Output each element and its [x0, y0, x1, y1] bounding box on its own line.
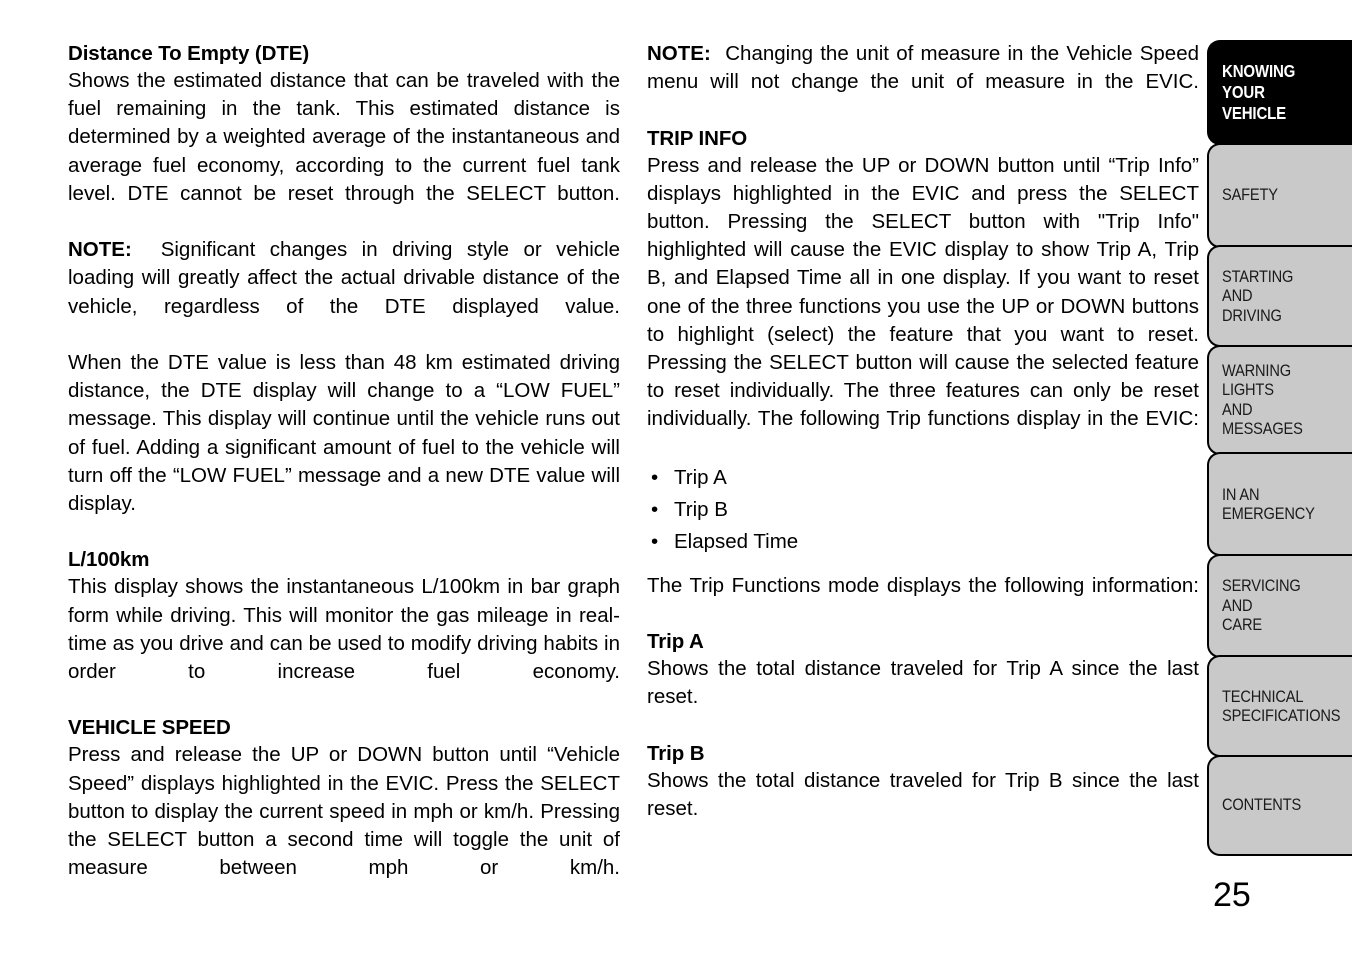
- trip-functions-list: • Trip A • Trip B • Elapsed Time: [647, 462, 1199, 558]
- section-heading-dte: Distance To Empty (DTE): [68, 42, 310, 65]
- list-item-label: Trip A: [674, 465, 727, 489]
- sidebar-tab-label: STARTING AND DRIVING: [1222, 266, 1294, 325]
- section-heading-vehicle-speed: VEHICLE SPEED: [68, 716, 231, 740]
- paragraph-trip-a-description: Shows the total distance traveled for Tr…: [647, 657, 1199, 709]
- left-text-column: Distance To Empty (DTE) Shows the estima…: [68, 40, 620, 911]
- manual-page: Distance To Empty (DTE) Shows the estima…: [0, 0, 1352, 954]
- bullet-icon: •: [651, 529, 659, 553]
- section-heading-trip-info: TRIP INFO: [647, 126, 748, 150]
- sidebar-tab-in-an-emergency[interactable]: IN AN EMERGENCY: [1207, 452, 1352, 556]
- paragraph-trip-b-description: Shows the total distance traveled for Tr…: [647, 768, 1199, 821]
- note-text: Significant changes in driving style or …: [68, 238, 620, 318]
- list-item-label: Trip B: [674, 497, 728, 521]
- sidebar-tab-contents[interactable]: CONTENTS: [1207, 754, 1352, 856]
- note-label: NOTE:: [68, 238, 132, 262]
- sidebar-tab-label: SERVICING AND CARE: [1222, 576, 1301, 635]
- sidebar-tab-servicing-and-care[interactable]: SERVICING AND CARE: [1207, 553, 1352, 658]
- paragraph-vehicle-speed-description: Press and release the UP or DOWN button …: [68, 743, 620, 880]
- list-item: • Trip A: [647, 462, 1199, 494]
- section-heading-l100km: L/100km: [68, 548, 150, 572]
- section-heading-trip-a: Trip A: [647, 630, 704, 654]
- bullet-icon: •: [651, 497, 659, 521]
- paragraph-l100km-description: This display shows the instantaneous L/1…: [68, 575, 620, 684]
- sidebar-tab-starting-and-driving[interactable]: STARTING AND DRIVING: [1207, 245, 1352, 347]
- page-number: 25: [1213, 876, 1251, 914]
- sidebar-tab-label: SAFETY: [1222, 185, 1278, 205]
- paragraph-trip-info-description: Press and release the UP or DOWN button …: [647, 153, 1199, 431]
- note-label: NOTE:: [647, 42, 711, 65]
- section-heading-trip-b: Trip B: [647, 741, 705, 765]
- list-item-label: Elapsed Time: [674, 529, 799, 553]
- sidebar-tab-warning-lights-and-messages[interactable]: WARNING LIGHTS AND MESSAGES: [1207, 344, 1352, 455]
- right-text-column: NOTE: Changing the unit of measure in th…: [647, 40, 1199, 851]
- paragraph-dte-description: Shows the estimated distance that can be…: [68, 69, 620, 205]
- sidebar-tab-label: TECHNICAL SPECIFICATIONS: [1222, 686, 1341, 726]
- sidebar-tab-label: WARNING LIGHTS AND MESSAGES: [1222, 360, 1303, 439]
- list-item: • Trip B: [647, 494, 1199, 526]
- paragraph-low-fuel: When the DTE value is less than 48 km es…: [68, 351, 620, 516]
- bullet-icon: •: [651, 465, 659, 489]
- sidebar-tab-label: CONTENTS: [1222, 795, 1302, 815]
- list-item: • Elapsed Time: [647, 526, 1199, 558]
- sidebar-tab-label: IN AN EMERGENCY: [1222, 484, 1315, 524]
- sidebar-tab-technical-specifications[interactable]: TECHNICAL SPECIFICATIONS: [1207, 655, 1352, 757]
- note-unit-of-measure: NOTE: Changing the unit of measure in th…: [647, 40, 1199, 125]
- note-text: Changing the unit of measure in the Vehi…: [647, 42, 1199, 94]
- sidebar-tab-label: KNOWING YOUR VEHICLE: [1222, 61, 1296, 123]
- note-driving-style: NOTE: Significant changes in driving sty…: [68, 236, 620, 349]
- sidebar-tab-safety[interactable]: SAFETY: [1207, 142, 1352, 248]
- paragraph-trip-functions-intro: The Trip Functions mode displays the fol…: [647, 573, 1199, 597]
- section-tabs-sidebar: KNOWING YOUR VEHICLE SAFETY STARTING AND…: [1207, 40, 1352, 856]
- sidebar-tab-knowing-your-vehicle[interactable]: KNOWING YOUR VEHICLE: [1207, 40, 1352, 145]
